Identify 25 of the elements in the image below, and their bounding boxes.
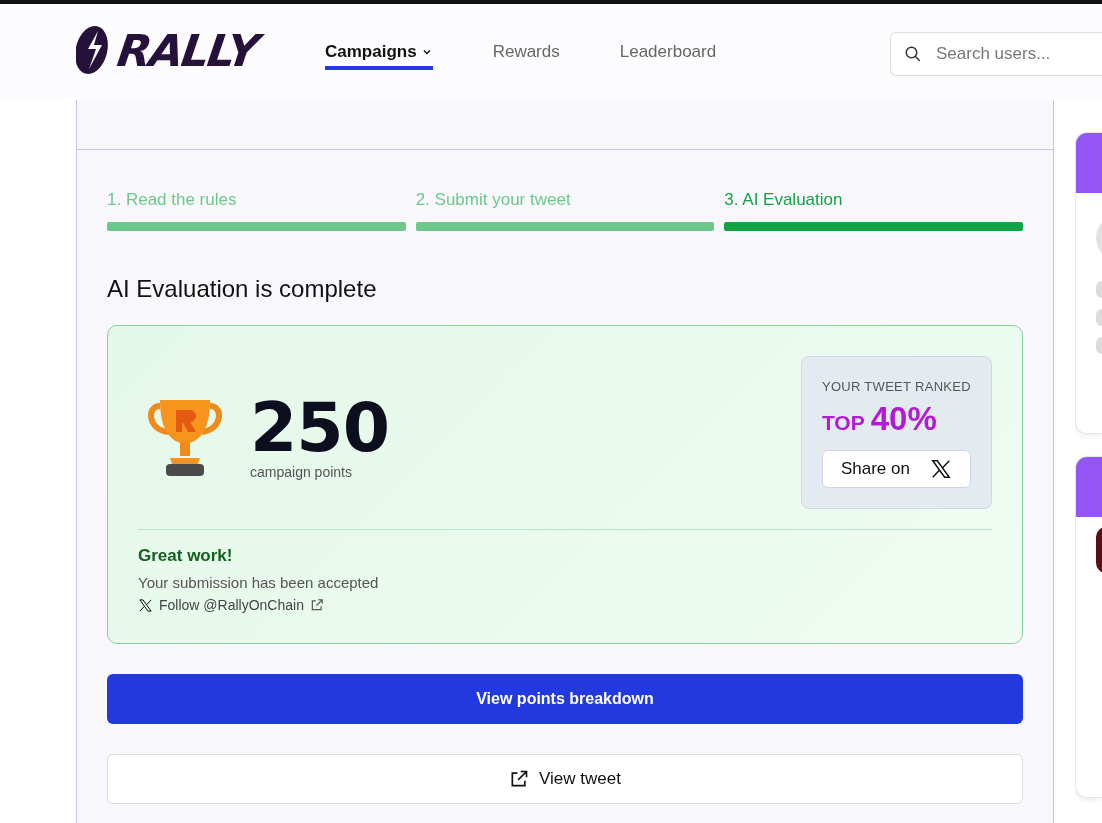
rank-caption: YOUR TWEET RANKED (821, 379, 971, 394)
nav-tab[interactable]: Rewards (492, 38, 560, 70)
view-tweet-button[interactable]: View tweet (107, 754, 1023, 804)
external-link-icon (309, 598, 324, 612)
card-header (1076, 133, 1102, 193)
nav-tab[interactable]: Campaigns (325, 38, 433, 70)
rank-value: 40% (870, 400, 937, 438)
x-logo-icon (138, 597, 153, 613)
step-label: 2. Submit your tweet (415, 190, 572, 210)
step-label: 1. Read the rules (107, 190, 238, 210)
external-link-icon (509, 769, 530, 789)
search-field[interactable]: Search users... (890, 32, 1102, 76)
message-title: Great work! (138, 546, 234, 566)
message-text: Your submission has been accepted (138, 574, 380, 591)
share-button[interactable]: Share on (821, 450, 971, 488)
follow-link[interactable]: Follow @RallyOnChain (138, 597, 992, 613)
card-header (1076, 457, 1102, 517)
nav-tab[interactable]: Leaderboard (619, 38, 717, 70)
step-label: 3. AI Evaluation (724, 190, 844, 210)
x-logo-icon (929, 458, 952, 480)
points-value: 250 (250, 388, 389, 467)
points-breakdown-button[interactable]: View points breakdown (107, 674, 1023, 724)
rank-prefix: TOP (821, 411, 865, 435)
points-label: campaign points (250, 464, 353, 480)
section-title: AI Evaluation is complete (107, 275, 378, 303)
